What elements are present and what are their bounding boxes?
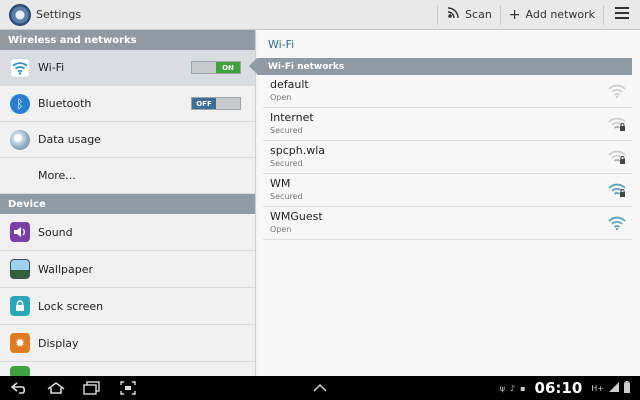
music-icon: ♪	[510, 383, 516, 393]
section-header-device: Device	[0, 194, 255, 214]
settings-item-label: Wi-Fi	[38, 61, 65, 74]
toggle-state: OFF	[192, 98, 216, 109]
app-title: Settings	[36, 8, 82, 21]
settings-item-label: Sound	[38, 225, 73, 239]
network-name: default	[270, 78, 309, 91]
home-button[interactable]	[38, 376, 74, 400]
signal-icon	[609, 382, 619, 394]
wifi-icon	[10, 57, 30, 78]
settings-item-sound[interactable]: Sound	[0, 214, 255, 251]
toggle-track	[192, 62, 216, 73]
settings-item-label: Lock screen	[38, 299, 104, 313]
toggle-state: ON	[216, 62, 240, 73]
network-name: WM	[270, 177, 291, 190]
wifi-signal-strong-icon	[608, 216, 626, 231]
battery-icon	[624, 381, 630, 395]
screenshot-icon	[120, 381, 136, 395]
recent-apps-icon	[83, 381, 100, 395]
settings-item-icon	[10, 365, 30, 376]
network-item-internet[interactable]: Internet Secured	[263, 108, 632, 141]
network-item-wmguest[interactable]: WMGuest Open	[263, 207, 632, 240]
network-status: Secured	[270, 192, 303, 201]
wifi-toggle[interactable]: ON	[191, 61, 241, 74]
wifi-signal-secured-icon	[608, 117, 626, 131]
overflow-menu-button[interactable]	[604, 0, 640, 30]
wallpaper-icon	[10, 259, 30, 279]
settings-item-display[interactable]: ✹ Display	[0, 325, 255, 362]
network-name: WMGuest	[270, 210, 323, 223]
wifi-networks-header: Wi-Fi networks	[249, 58, 632, 75]
settings-item-more[interactable]: More...	[0, 158, 255, 194]
recent-apps-button[interactable]	[74, 376, 110, 400]
quick-panel-button[interactable]	[308, 376, 332, 400]
scan-icon	[446, 6, 460, 24]
network-status: Open	[270, 225, 292, 234]
scan-label: Scan	[465, 8, 492, 21]
settings-item-data-usage[interactable]: Data usage	[0, 122, 255, 158]
menu-icon	[615, 7, 629, 22]
settings-list[interactable]: Wireless and networks Wi-Fi ON ᛒ Bluetoo…	[0, 30, 256, 376]
bluetooth-toggle[interactable]: OFF	[191, 97, 241, 110]
screenshot-button[interactable]	[110, 376, 146, 400]
sound-icon	[10, 222, 30, 242]
network-status: Secured	[270, 126, 303, 135]
pane-title: Wi-Fi	[268, 37, 295, 51]
settings-item-bluetooth[interactable]: ᛒ Bluetooth OFF	[0, 86, 255, 122]
section-header-wireless: Wireless and networks	[0, 30, 255, 50]
usb-icon: ψ	[499, 383, 505, 393]
wifi-signal-strong-secured-icon	[608, 183, 626, 197]
settings-item-lock-screen[interactable]: Lock screen	[0, 288, 255, 325]
settings-app-icon[interactable]	[9, 3, 31, 26]
network-name: Internet	[270, 111, 314, 124]
wifi-signal-secured-icon	[608, 150, 626, 164]
network-item-wm[interactable]: WM Secured	[263, 174, 632, 207]
clock: 06:10	[534, 379, 583, 397]
wifi-signal-weak-icon	[608, 84, 626, 99]
network-status: Secured	[270, 159, 303, 168]
back-icon	[11, 382, 26, 394]
network-name: spcph.wla	[270, 144, 326, 157]
bluetooth-icon: ᛒ	[10, 93, 30, 114]
settings-item-label: Bluetooth	[38, 97, 92, 110]
system-navigation-bar: ψ ♪ ▪ 06:10 H+	[0, 376, 640, 400]
data-usage-icon	[10, 129, 30, 150]
add-network-label: Add network	[525, 8, 595, 21]
network-item-spcph-wla[interactable]: spcph.wla Secured	[263, 141, 632, 174]
display-brightness-icon: ✹	[10, 333, 30, 353]
settings-item-label: Data usage	[38, 133, 101, 146]
settings-item-wifi[interactable]: Wi-Fi ON	[0, 50, 255, 86]
scan-button[interactable]: Scan	[438, 0, 500, 30]
back-button[interactable]	[2, 376, 38, 400]
toggle-track	[216, 98, 240, 109]
settings-item-label: More...	[38, 169, 76, 182]
add-network-button[interactable]: + Add network	[501, 0, 603, 30]
network-status: Open	[270, 93, 292, 102]
network-item-default[interactable]: default Open	[263, 75, 632, 108]
status-area[interactable]: ψ ♪ ▪ 06:10 H+	[500, 376, 630, 400]
wifi-detail-pane: Wi-Fi Wi-Fi networks default Open Intern…	[249, 30, 640, 376]
home-icon	[47, 382, 65, 394]
action-bar: Settings Scan + Add network	[0, 0, 640, 30]
settings-item-label: Wallpaper	[38, 262, 94, 276]
lock-icon	[10, 296, 30, 316]
plus-icon: +	[508, 6, 521, 23]
network-type: H+	[591, 383, 604, 393]
settings-item-wallpaper[interactable]: Wallpaper	[0, 251, 255, 288]
chevron-up-icon	[313, 384, 327, 392]
blank-icon	[10, 166, 30, 186]
settings-item-label: Display	[38, 336, 79, 350]
storage-icon: ▪	[520, 383, 526, 393]
settings-item-partial[interactable]	[0, 362, 255, 376]
